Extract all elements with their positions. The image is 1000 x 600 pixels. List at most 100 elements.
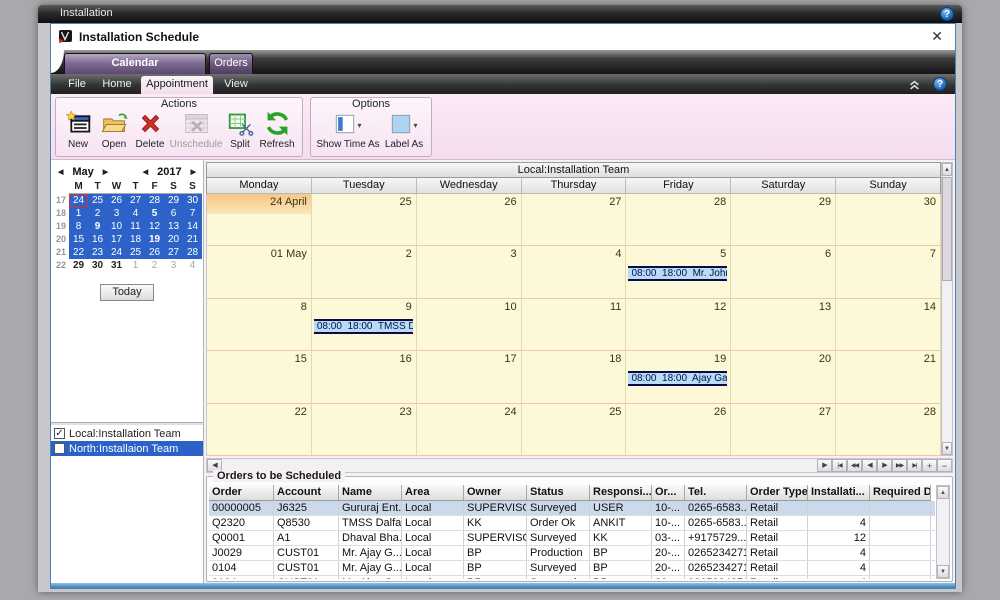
column-header-name[interactable]: Name <box>339 485 402 501</box>
table-cell[interactable]: KK <box>464 516 527 530</box>
mini-calendar-day[interactable]: 2 <box>145 259 164 272</box>
calendar-cell[interactable]: 28 <box>836 404 941 455</box>
table-cell[interactable]: Retail <box>747 576 808 579</box>
table-cell[interactable]: Local <box>402 531 464 545</box>
table-cell[interactable]: Gururaj Ent... <box>339 501 402 515</box>
calendar-cell[interactable]: 20 <box>731 351 836 402</box>
next-page-button[interactable]: ▶▶ <box>892 459 907 472</box>
table-cell[interactable] <box>870 501 931 515</box>
table-cell[interactable]: 20-... <box>652 576 685 579</box>
table-cell[interactable]: Local <box>402 561 464 575</box>
table-cell[interactable]: Retail <box>747 501 808 515</box>
calendar-cell[interactable]: 26 <box>626 404 731 455</box>
table-cell[interactable]: Q2320 <box>209 516 274 530</box>
table-cell[interactable]: BP <box>590 546 652 560</box>
first-record-button[interactable]: |◀ <box>832 459 847 472</box>
next-record-button[interactable]: ▶ <box>877 459 892 472</box>
table-cell[interactable]: BP <box>590 561 652 575</box>
ribbon-tab-view[interactable]: View <box>217 76 255 94</box>
calendar-cell[interactable]: 25 <box>312 194 417 245</box>
mini-calendar-day[interactable]: 15 <box>69 233 88 246</box>
help-icon[interactable]: ? <box>940 7 954 21</box>
calendar-cell[interactable]: 18 <box>522 351 627 402</box>
panel-splitter[interactable] <box>51 422 203 425</box>
mini-calendar-day[interactable]: 23 <box>88 246 107 259</box>
next-year-icon[interactable]: ▶ <box>188 168 199 176</box>
appointment[interactable]: 08:00 18:00 Mr. John D <box>628 266 727 281</box>
table-cell[interactable]: Surveyed <box>527 576 590 579</box>
table-cell[interactable]: CUST01 <box>274 546 339 560</box>
scroll-down-icon[interactable]: ▼ <box>942 442 952 455</box>
table-cell[interactable]: Order Ok <box>527 516 590 530</box>
calendar-cell[interactable]: 29 <box>731 194 836 245</box>
column-header-tel[interactable]: Tel. <box>685 485 747 501</box>
chevron-down-icon[interactable]: ▾ <box>413 121 417 130</box>
calendar-cell[interactable]: 8 <box>207 299 312 350</box>
table-row[interactable]: 0104CUST01Mr. Ajay G...LocalBPSurveyedBP… <box>209 576 935 579</box>
table-cell[interactable]: SUPERVISOR <box>464 531 527 545</box>
table-cell[interactable]: ANKIT <box>590 516 652 530</box>
zoom-in-button[interactable]: + <box>922 459 937 472</box>
table-cell[interactable]: 0104 <box>209 561 274 575</box>
prev-month-icon[interactable]: ◀ <box>55 168 66 176</box>
table-cell[interactable] <box>870 546 931 560</box>
last-record-button[interactable]: ▶| <box>907 459 922 472</box>
calendar-cell[interactable]: 908:00 18:00 TMSS Dalf <box>312 299 417 350</box>
table-cell[interactable]: Retail <box>747 561 808 575</box>
table-cell[interactable]: Q0001 <box>209 531 274 545</box>
table-cell[interactable] <box>870 531 931 545</box>
table-cell[interactable] <box>808 501 870 515</box>
table-cell[interactable]: Production <box>527 546 590 560</box>
mini-calendar-day[interactable]: 8 <box>69 220 88 233</box>
table-cell[interactable]: 4 <box>808 546 870 560</box>
scroll-up-icon[interactable]: ▲ <box>937 486 949 499</box>
calendar-cell[interactable]: 24 April <box>207 194 312 245</box>
mini-calendar-day[interactable]: 27 <box>164 246 183 259</box>
mini-calendar-day[interactable]: 16 <box>88 233 107 246</box>
table-cell[interactable]: +9175729... <box>685 531 747 545</box>
mini-calendar-day[interactable]: 7 <box>183 207 202 220</box>
collapse-ribbon-icon[interactable] <box>908 78 921 91</box>
team-row-local-installation-team[interactable]: ✓ Local:Installation Team <box>51 426 203 441</box>
table-cell[interactable]: Q8530 <box>274 516 339 530</box>
mini-calendar-day[interactable]: 3 <box>107 207 126 220</box>
calendar-cell[interactable]: 27 <box>731 404 836 455</box>
mini-calendar-day[interactable]: 17 <box>107 233 126 246</box>
table-cell[interactable]: 20-... <box>652 546 685 560</box>
table-cell[interactable]: 02652342716 <box>685 546 747 560</box>
calendar-cell[interactable]: 24 <box>417 404 522 455</box>
table-cell[interactable]: 03-... <box>652 531 685 545</box>
column-header-owner[interactable]: Owner <box>464 485 527 501</box>
table-cell[interactable]: 4 <box>808 516 870 530</box>
mini-calendar-day[interactable]: 20 <box>164 233 183 246</box>
table-cell[interactable]: Retail <box>747 546 808 560</box>
calendar-cell[interactable]: 01 May <box>207 246 312 297</box>
table-cell[interactable]: USER <box>590 501 652 515</box>
view-tab-calendar[interactable]: Calendar <box>64 53 206 74</box>
calendar-cell[interactable]: 11 <box>522 299 627 350</box>
table-cell[interactable]: 0104 <box>209 576 274 579</box>
table-cell[interactable] <box>870 516 931 530</box>
table-cell[interactable] <box>870 576 931 579</box>
next-month-icon[interactable]: ▶ <box>100 168 111 176</box>
scroll-up-icon[interactable]: ▲ <box>942 163 952 176</box>
table-cell[interactable] <box>870 561 931 575</box>
table-cell[interactable]: 4 <box>808 576 870 579</box>
mini-calendar-day[interactable]: 29 <box>164 194 183 207</box>
table-cell[interactable]: 0265-6583... <box>685 501 747 515</box>
orders-vertical-scrollbar[interactable]: ▲ ▼ <box>936 485 950 579</box>
table-cell[interactable]: 0265-6583... <box>685 516 747 530</box>
calendar-cell[interactable]: 13 <box>731 299 836 350</box>
show-time-as-button[interactable]: ▾ Show Time As <box>315 111 381 150</box>
table-cell[interactable]: BP <box>464 561 527 575</box>
calendar-cell[interactable]: 10 <box>417 299 522 350</box>
table-cell[interactable]: Mr. Ajay G... <box>339 546 402 560</box>
mini-calendar-day[interactable]: 21 <box>183 233 202 246</box>
calendar-cell[interactable]: 28 <box>626 194 731 245</box>
label-as-button[interactable]: ▾ Label As <box>381 111 427 150</box>
calendar-cell[interactable]: 27 <box>522 194 627 245</box>
team-row-north-installaion-team[interactable]: North:Installaion Team <box>51 441 203 456</box>
app-titlebar[interactable]: Installation ? <box>38 5 962 23</box>
open-button[interactable]: Open <box>96 111 132 150</box>
column-header-order[interactable]: Order <box>209 485 274 501</box>
